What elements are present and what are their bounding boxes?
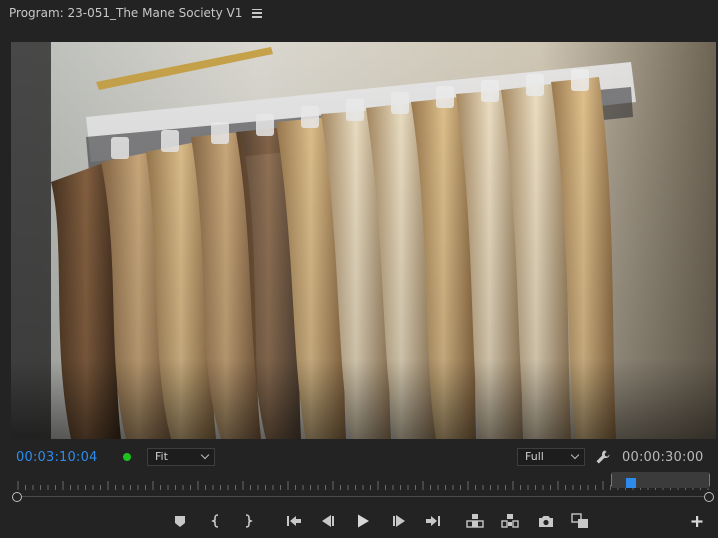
mark-out-icon (245, 514, 253, 528)
comparison-view-icon (571, 513, 588, 528)
mark-in-icon (211, 514, 219, 528)
export-frame-icon (539, 516, 553, 527)
lift-button[interactable] (466, 513, 484, 529)
wrench-icon[interactable] (595, 449, 611, 465)
step-back-icon (322, 515, 334, 527)
export-frame-button[interactable] (537, 513, 555, 529)
playback-resolution-value: Full (525, 450, 544, 463)
go-to-in-button[interactable] (285, 513, 303, 529)
duration-timecode[interactable]: 00:00:30:00 (622, 450, 704, 465)
button-editor-button[interactable] (688, 513, 706, 529)
zoom-handle-right[interactable] (706, 474, 710, 486)
button-editor-icon (691, 516, 703, 527)
chevron-down-icon (570, 450, 580, 460)
mark-out-button[interactable] (239, 513, 257, 529)
extract-icon (501, 514, 519, 528)
play-icon (358, 514, 369, 528)
lift-icon (466, 514, 484, 528)
extract-button[interactable] (501, 513, 519, 529)
go-to-in-icon (287, 516, 301, 526)
time-ruler[interactable] (17, 476, 709, 490)
panel-header: Program: 23-051_The Mane Society V1 (0, 0, 718, 26)
chevron-down-icon (200, 450, 210, 460)
mark-in-button[interactable] (207, 513, 225, 529)
program-monitor-panel: Program: 23-051_The Mane Society V1 00:0… (0, 0, 718, 538)
add-marker-icon (175, 516, 185, 527)
step-forward-icon (393, 515, 405, 527)
step-back-button[interactable] (319, 513, 337, 529)
zoom-handle-left[interactable] (611, 474, 615, 486)
navigator-start-handle[interactable] (12, 492, 22, 502)
current-timecode[interactable]: 00:03:10:04 (16, 450, 98, 465)
playback-resolution-select[interactable]: Full (517, 448, 585, 466)
video-viewer[interactable] (11, 42, 716, 439)
zoom-level-value: Fit (155, 450, 168, 463)
go-to-out-icon (426, 516, 440, 526)
navigator-track[interactable] (17, 496, 709, 497)
go-to-out-button[interactable] (424, 513, 442, 529)
status-indicator-icon (123, 453, 131, 461)
navigator-end-handle[interactable] (704, 492, 714, 502)
add-marker-button[interactable] (171, 513, 189, 529)
playhead[interactable] (626, 478, 636, 488)
ruler-ticks (17, 481, 709, 490)
hamburger-menu-icon[interactable] (252, 8, 263, 18)
zoom-level-select[interactable]: Fit (147, 448, 215, 466)
comparison-view-button[interactable] (571, 513, 589, 529)
step-forward-button[interactable] (390, 513, 408, 529)
panel-title[interactable]: Program: 23-051_The Mane Society V1 (9, 6, 242, 20)
play-button[interactable] (354, 513, 372, 529)
video-frame (11, 42, 716, 439)
